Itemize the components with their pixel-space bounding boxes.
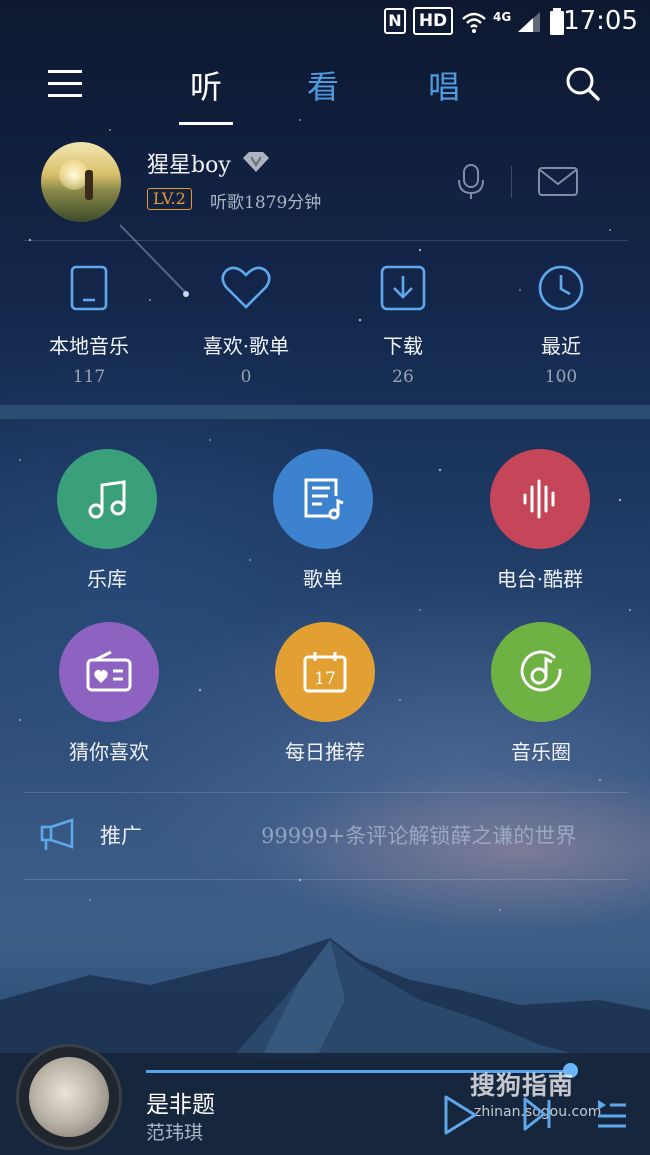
quick-count: 117	[72, 367, 106, 387]
quick-download[interactable]: 下载 26	[338, 260, 468, 387]
divider	[24, 879, 628, 880]
next-track-icon[interactable]	[522, 1096, 552, 1132]
hd-badge: HD	[413, 7, 453, 35]
mail-icon[interactable]	[538, 167, 578, 197]
promo-text[interactable]: 99999+条评论解锁薛之谦的世界	[261, 820, 576, 850]
song-title[interactable]: 是非题	[146, 1085, 215, 1119]
quick-label: 下载	[383, 334, 423, 358]
signal-icon	[518, 12, 540, 32]
feature-label: 乐库	[87, 567, 127, 591]
avatar[interactable]	[41, 142, 121, 222]
quick-count: 0	[240, 367, 252, 387]
quick-label: 喜欢·歌单	[202, 334, 290, 358]
menu-icon[interactable]	[48, 68, 82, 100]
feature-label: 电台·酷群	[496, 567, 584, 591]
nfc-icon: N	[384, 8, 406, 34]
username[interactable]: 猩星boy	[147, 147, 231, 179]
heart-icon	[221, 266, 271, 309]
megaphone-icon	[40, 818, 74, 850]
feature-circle: 17	[275, 622, 375, 722]
feature-label: 猜你喜欢	[69, 740, 149, 764]
calendar-day: 17	[314, 669, 336, 689]
quick-count: 26	[392, 367, 414, 387]
section-divider	[0, 405, 650, 419]
album-cover[interactable]	[16, 1044, 122, 1150]
divider	[24, 792, 628, 793]
download-icon	[380, 265, 426, 311]
divider	[511, 166, 512, 198]
wifi-icon	[462, 12, 486, 33]
microphone-icon[interactable]	[455, 163, 487, 201]
diamond-vip-icon[interactable]	[240, 150, 272, 174]
song-artist[interactable]: 范玮琪	[146, 1118, 203, 1145]
feature-label: 音乐圈	[511, 740, 571, 764]
listen-time: 听歌1879分钟	[210, 193, 322, 213]
tab-sing[interactable]: 唱	[414, 62, 474, 108]
feature-circle	[57, 449, 157, 549]
music-note-icon	[88, 480, 126, 519]
status-bar: N HD 4G 17:05	[0, 0, 650, 44]
feature-music-circle[interactable]: 音乐圈	[456, 622, 626, 765]
feature-label: 歌单	[303, 567, 343, 591]
feature-daily-recommend[interactable]: 17 每日推荐	[240, 622, 410, 765]
play-queue-icon[interactable]	[596, 1098, 628, 1130]
quick-label: 最近	[541, 334, 581, 358]
quick-local-music[interactable]: 本地音乐 117	[24, 260, 154, 387]
feature-circle	[59, 622, 159, 722]
music-circle-icon	[520, 650, 562, 692]
tab-listen[interactable]: 听	[176, 62, 236, 108]
clock: 17:05	[563, 6, 638, 36]
divider	[24, 240, 628, 241]
feature-playlist[interactable]: 歌单	[238, 449, 408, 592]
clock-icon	[538, 265, 584, 311]
playlist-icon	[304, 478, 344, 520]
quick-count: 100	[544, 367, 578, 387]
feature-music-library[interactable]: 乐库	[22, 449, 192, 592]
feature-guess-you-like[interactable]: 猜你喜欢	[24, 622, 194, 765]
search-icon[interactable]	[565, 66, 601, 102]
waveform-icon	[523, 479, 555, 519]
play-icon[interactable]	[442, 1094, 478, 1136]
quick-recent[interactable]: 最近 100	[496, 260, 626, 387]
feature-circle	[490, 449, 590, 549]
feature-label: 每日推荐	[285, 740, 365, 764]
feature-radio-group[interactable]: 电台·酷群	[455, 449, 625, 592]
calendar-icon: 17	[303, 652, 347, 693]
active-tab-indicator	[179, 122, 233, 125]
phone-icon	[70, 265, 108, 311]
tab-watch[interactable]: 看	[293, 62, 353, 108]
quick-label: 本地音乐	[49, 334, 129, 358]
quick-favorites[interactable]: 喜欢·歌单 0	[181, 260, 311, 387]
radio-icon	[86, 650, 132, 692]
level-badge: LV.2	[147, 188, 192, 210]
network-type: 4G	[493, 10, 512, 24]
promo-label: 推广	[100, 824, 142, 848]
feature-circle	[491, 622, 591, 722]
feature-circle	[273, 449, 373, 549]
